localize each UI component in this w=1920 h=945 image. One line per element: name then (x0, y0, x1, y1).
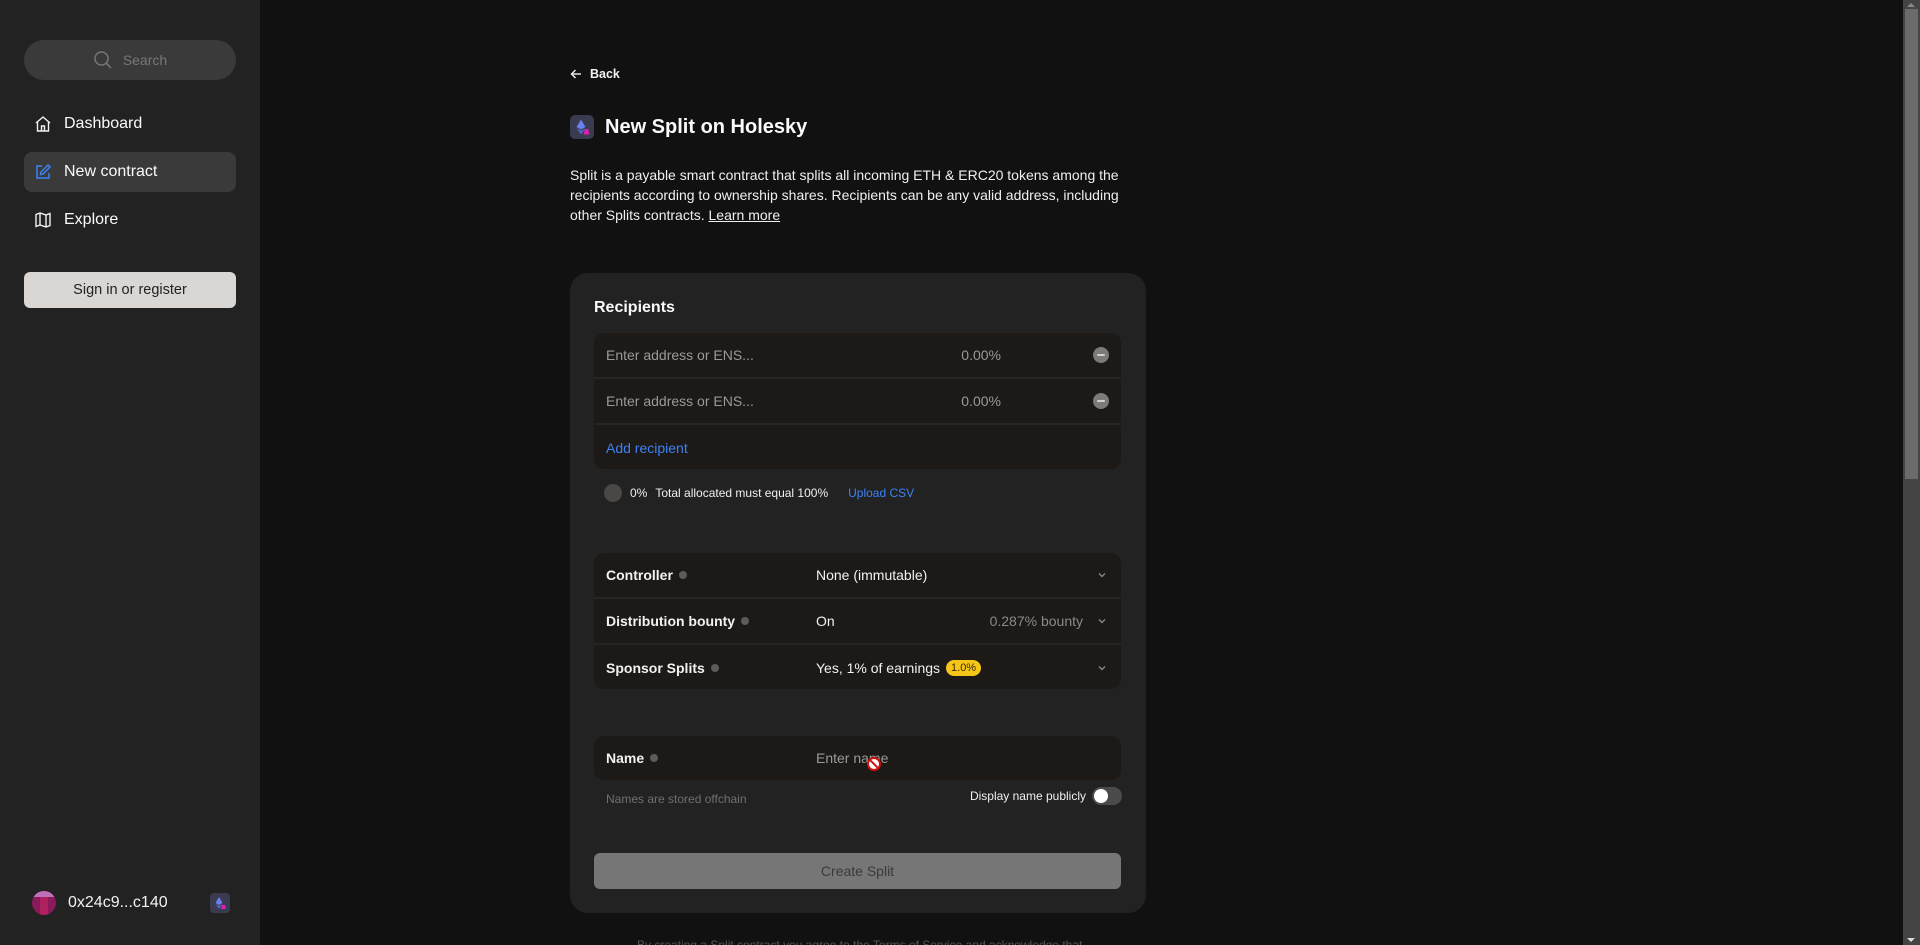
sign-in-button[interactable]: Sign in or register (24, 272, 236, 308)
sidebar-item-new-contract[interactable]: New contract (24, 152, 236, 192)
allocation-note: Total allocated must equal 100% (655, 486, 829, 500)
bounty-value: 0.287% bounty (989, 613, 1083, 629)
page-description: Split is a payable smart contract that s… (570, 165, 1130, 225)
home-icon (35, 116, 51, 132)
allocation-status: 0% Total allocated must equal 100% Uploa… (604, 484, 914, 502)
learn-more-link[interactable]: Learn more (709, 207, 781, 223)
allocation-progress-icon (604, 484, 622, 502)
holesky-chain-icon (570, 115, 594, 139)
name-input[interactable] (816, 750, 1066, 766)
allocation-percent: 0% (630, 486, 648, 500)
sidebar: Search Dashboard New contract Explore Si… (0, 0, 260, 945)
page-title: New Split on Holesky (605, 115, 808, 138)
page-scrollbar[interactable] (1903, 0, 1920, 945)
remove-recipient-icon[interactable] (1093, 393, 1109, 409)
chain-switch-button[interactable] (210, 893, 230, 913)
setting-label: Controller (606, 567, 816, 583)
arrow-left-icon (570, 69, 581, 79)
setting-label: Distribution bounty (606, 613, 816, 629)
sidebar-item-explore[interactable]: Explore (24, 200, 236, 240)
setting-distribution-bounty[interactable]: Distribution bounty On 0.287% bounty (594, 599, 1121, 645)
page-header: New Split on Holesky (570, 115, 807, 139)
display-publicly-label: Display name publicly (969, 789, 1086, 803)
name-note: Names are stored offchain (606, 792, 747, 806)
setting-sponsor-splits[interactable]: Sponsor Splits Yes, 1% of earnings 1.0% (594, 645, 1121, 689)
name-field: Name (594, 736, 1121, 780)
scroll-thumb[interactable] (1905, 9, 1918, 479)
sidebar-item-label: New contract (64, 163, 158, 180)
not-allowed-cursor-icon (867, 757, 881, 771)
terms-notice: By creating a Split contract you agree t… (637, 938, 1083, 945)
settings-list: Controller None (immutable) Distribution… (594, 553, 1121, 689)
recipients-heading: Recipients (594, 299, 675, 316)
recipients-list: 0.00% 0.00% Add recipient (594, 333, 1121, 469)
setting-value: Yes, 1% of earnings 1.0% (816, 660, 982, 676)
chevron-down-icon (1098, 666, 1106, 671)
info-icon[interactable] (710, 664, 719, 672)
display-publicly-toggle[interactable] (1092, 787, 1122, 805)
wallet-address: 0x24c9...c140 (68, 894, 168, 911)
edit-icon (36, 163, 52, 179)
account-button[interactable]: 0x24c9...c140 (32, 891, 168, 915)
recipient-row: 0.00% (594, 333, 1121, 379)
scroll-down-icon[interactable] (1907, 938, 1915, 942)
create-split-button[interactable]: Create Split (594, 853, 1121, 889)
upload-csv-button[interactable]: Upload CSV (848, 486, 914, 500)
scroll-up-icon[interactable] (1907, 3, 1915, 7)
recipient-address-input[interactable] (606, 347, 936, 363)
chevron-down-icon (1098, 573, 1106, 578)
setting-value: None (immutable) (816, 567, 928, 583)
ethereum-testnet-icon (215, 897, 226, 909)
back-link[interactable]: Back (570, 67, 620, 81)
search-icon (94, 51, 112, 69)
display-publicly-control: Display name publicly (970, 787, 1122, 805)
split-form-card: Recipients 0.00% 0.00% Add recipient 0% … (570, 273, 1146, 913)
back-label: Back (590, 67, 620, 81)
chevron-down-icon (1098, 619, 1106, 624)
search-placeholder: Search (122, 52, 168, 68)
setting-value: On (816, 613, 835, 629)
info-icon[interactable] (650, 754, 659, 762)
name-label: Name (606, 750, 816, 766)
map-icon (35, 212, 51, 228)
avatar (32, 891, 56, 915)
recipient-row: 0.00% (594, 379, 1121, 425)
setting-label: Sponsor Splits (606, 660, 816, 676)
recipient-address-input[interactable] (606, 393, 936, 409)
add-recipient-row: Add recipient (594, 425, 1121, 469)
recipient-percent-input[interactable]: 0.00% (961, 393, 1001, 409)
search-input[interactable]: Search (24, 40, 236, 80)
remove-recipient-icon[interactable] (1093, 347, 1109, 363)
setting-controller[interactable]: Controller None (immutable) (594, 553, 1121, 599)
sidebar-item-label: Explore (64, 211, 119, 228)
info-icon[interactable] (678, 571, 687, 579)
sidebar-item-label: Dashboard (64, 115, 143, 132)
recipient-percent-input[interactable]: 0.00% (961, 347, 1001, 363)
description-text: Split is a payable smart contract that s… (570, 167, 1119, 223)
add-recipient-button[interactable]: Add recipient (606, 440, 688, 456)
sidebar-item-dashboard[interactable]: Dashboard (24, 104, 236, 144)
sponsor-badge: 1.0% (946, 660, 982, 676)
info-icon[interactable] (741, 617, 750, 625)
